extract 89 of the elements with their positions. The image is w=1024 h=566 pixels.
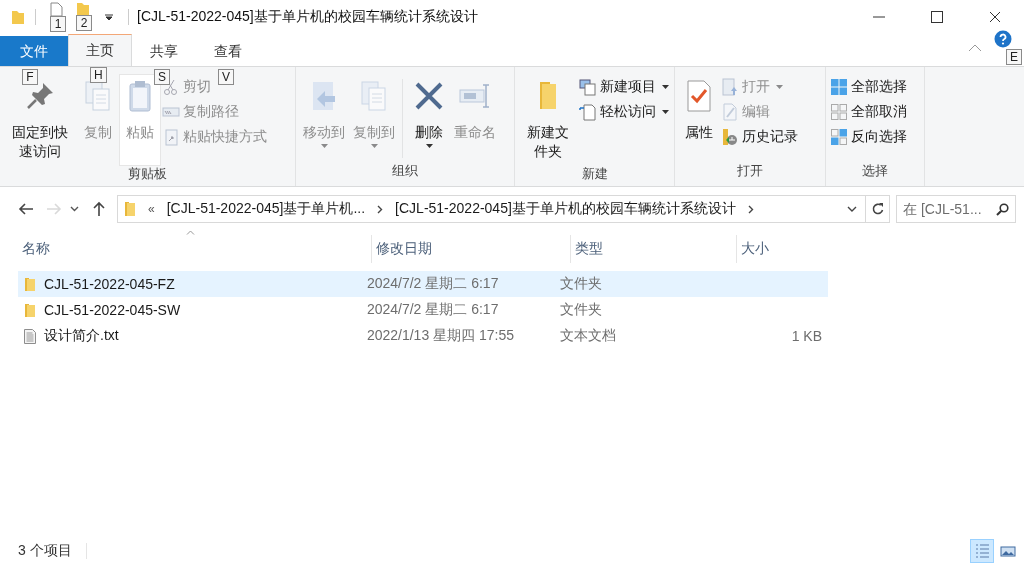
modified-date: 2024/7/2 星期二 6:17 [366,301,499,319]
document-icon [579,103,597,121]
forward-arrow-icon [46,202,62,216]
ribbon-button[interactable]: 全部取消 [830,101,910,123]
folder-icon [24,302,36,318]
file-name: CJL-51-2022-045-FZ [44,276,175,292]
maximize-icon [931,10,943,23]
caret-icon [370,144,378,148]
caret-icon [662,85,669,89]
caret-icon [320,144,328,148]
ribbon-button[interactable]: 新建文件夹 [519,75,577,165]
group-label: 组织 [391,162,419,180]
ribbon-button[interactable]: 全部选择 [830,76,910,98]
help-icon[interactable] [994,30,1012,48]
breadcrumb-segment[interactable]: [CJL-51-2022-045]基于单片机... [166,200,366,218]
search-field[interactable]: 在 [CJL-51... [896,195,1016,223]
file-row[interactable]: CJL-51-2022-045-FZ 2024/7/2 星期二 6:17 文件夹 [18,271,828,297]
ribbon-button[interactable]: 新建项目 [579,76,672,98]
refresh-icon [870,202,885,216]
minimize-icon [873,15,885,18]
ribbon-button[interactable]: 轻松访问 [579,101,672,123]
group-label: 新建 [580,165,609,183]
chevron-right-icon[interactable] [747,204,754,214]
history-icon [721,128,739,146]
keytip: F [22,69,38,85]
chevron-right-icon[interactable] [377,204,384,214]
folder-icon [11,8,25,25]
column-header[interactable]: 大小 [737,235,845,263]
chevron-down-icon[interactable] [847,206,857,212]
image-icon [1000,545,1016,557]
search-icon[interactable] [996,203,1009,216]
open-icon [721,78,739,96]
column-header[interactable]: 修改日期 [372,235,571,263]
edit-icon [721,103,739,121]
text-file-icon [24,328,36,344]
column-header[interactable]: 类型 [571,235,737,263]
caret-icon[interactable] [104,12,114,21]
grid-icon [830,78,848,96]
chevron-down-icon[interactable] [70,206,79,212]
grid-icon [830,128,848,146]
overflow-chevron[interactable]: « [148,202,155,216]
ribbon-button[interactable]: 历史记录 [721,126,801,148]
back-arrow-icon [18,202,34,216]
caret-icon [776,85,783,89]
chevron-up-icon[interactable] [968,44,982,52]
group-label: 选择 [861,162,889,180]
keytip: V [218,69,234,85]
ribbon-tab[interactable]: 文件 [0,36,68,66]
keytip: 1 [50,16,66,32]
sort-ascending-icon [186,230,195,235]
group-label: 打开 [736,162,764,180]
ribbon-tab[interactable]: 共享 [132,36,196,66]
file-name: 设计简介.txt [44,327,119,345]
list-icon [974,544,990,558]
file-size: 1 KB [791,328,822,344]
modified-date: 2022/1/13 星期四 17:55 [366,327,514,345]
group-label: 剪贴板 [127,165,168,183]
file-type: 文本文档 [560,327,617,345]
ribbon-tab[interactable]: 查看 [196,36,260,66]
shortcut-icon [162,128,180,146]
grid-icon [830,103,848,121]
breadcrumb-segment[interactable]: [CJL-51-2022-045]基于单片机的校园车辆统计系统设计 [395,200,736,218]
keytip: H [90,67,107,83]
file-row[interactable]: CJL-51-2022-045-SW 2024/7/2 星期二 6:17 文件夹 [18,297,828,323]
document-icon[interactable] [50,2,63,16]
ribbon-tab[interactable]: 主页 [68,34,132,66]
modified-date: 2024/7/2 星期二 6:17 [366,275,499,293]
up-arrow-icon [92,201,106,217]
close-icon [989,10,1001,23]
caret-icon [662,110,669,114]
column-header[interactable]: 名称 [18,235,372,263]
keytip: 2 [76,15,92,31]
folder-icon [124,201,136,217]
file-type: 文件夹 [560,275,603,293]
file-name: CJL-51-2022-045-SW [44,302,181,318]
keytip: E [1006,49,1022,65]
address-bar[interactable]: « [CJL-51-2022-045]基于单片机... [CJL-51-2022-045]基于单片机的校园车辆统计系统设计 [117,195,866,223]
file-type: 文件夹 [560,301,603,319]
refresh-button[interactable] [866,195,890,223]
file-row[interactable]: 设计简介.txt 2022/1/13 星期四 17:55 文本文档 1 KB [18,323,828,349]
caret-icon [425,144,433,148]
folder-icon [24,276,36,292]
keytip: S [154,69,170,85]
ribbon-button[interactable]: 反向选择 [830,126,910,148]
item-count: 3 个项目 [18,542,72,560]
ribbon-button[interactable]: 属性 [679,75,719,162]
new-item-icon [579,78,597,96]
window-title: [CJL-51-2022-045]基于单片机的校园车辆统计系统设计 [137,7,478,26]
ribbon-button[interactable]: 删除 [409,75,449,162]
